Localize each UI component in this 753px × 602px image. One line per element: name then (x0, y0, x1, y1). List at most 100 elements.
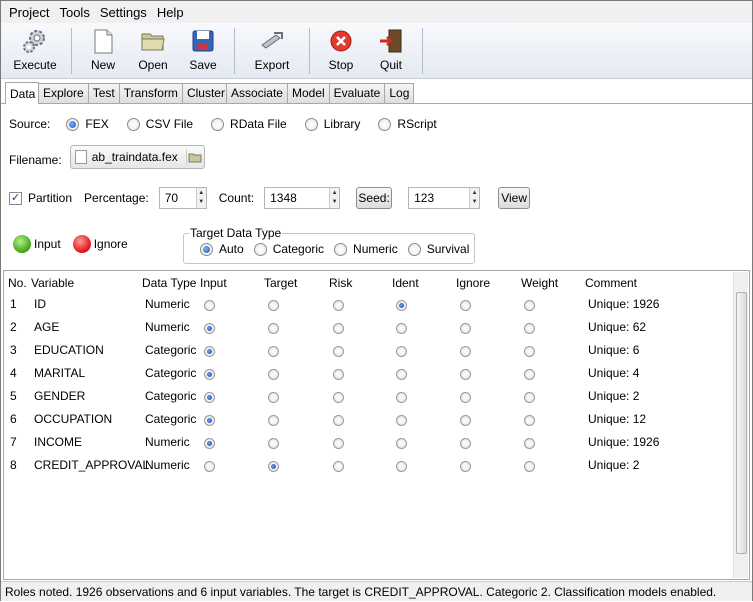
role-weight-radio[interactable] (524, 392, 535, 403)
tab-test[interactable]: Test (87, 83, 120, 103)
role-target-radio[interactable] (268, 369, 279, 380)
role-risk-radio[interactable] (333, 415, 344, 426)
role-input-radio[interactable] (204, 346, 215, 357)
role-input-radio[interactable] (204, 415, 215, 426)
role-weight-radio[interactable] (524, 461, 535, 472)
role-ident-radio[interactable] (396, 346, 407, 357)
role-target-radio[interactable] (268, 438, 279, 449)
menu-project[interactable]: Project (5, 5, 53, 20)
role-input-radio[interactable] (204, 392, 215, 403)
role-risk-radio[interactable] (333, 461, 344, 472)
stop-button[interactable]: Stop (316, 27, 366, 72)
count-label: Count: (218, 191, 255, 205)
role-ignore-radio[interactable] (460, 438, 471, 449)
tab-log[interactable]: Log (384, 83, 415, 103)
tab-explore[interactable]: Explore (38, 83, 89, 103)
role-ignore-radio[interactable] (460, 346, 471, 357)
save-label: Save (189, 58, 217, 72)
data-type: Categoric (145, 412, 197, 426)
vertical-scrollbar[interactable] (733, 272, 748, 578)
target-numeric-radio[interactable] (334, 242, 348, 256)
role-input-radio[interactable] (204, 323, 215, 334)
source-rscript-radio[interactable] (378, 117, 392, 131)
execute-button[interactable]: Execute (5, 27, 65, 72)
scrollbar-thumb[interactable] (736, 292, 747, 554)
open-button[interactable]: Open (128, 27, 178, 72)
role-ident-radio[interactable] (396, 438, 407, 449)
role-ignore-radio[interactable] (460, 415, 471, 426)
role-target-radio[interactable] (268, 346, 279, 357)
role-risk-radio[interactable] (333, 392, 344, 403)
role-input-radio[interactable] (204, 461, 215, 472)
count-spinner[interactable]: 1348 ▲ ▼ (264, 187, 341, 209)
column-header-no: No. (8, 276, 27, 290)
role-ignore-radio[interactable] (460, 461, 471, 472)
role-weight-radio[interactable] (524, 346, 535, 357)
tab-cluster[interactable]: Cluster (181, 83, 227, 103)
folder-icon[interactable] (185, 149, 204, 165)
tab-transform[interactable]: Transform (118, 83, 183, 103)
target-categoric-radio[interactable] (253, 242, 267, 256)
spinner-arrows-icon[interactable]: ▲ ▼ (195, 188, 206, 208)
role-ident-radio[interactable] (396, 461, 407, 472)
source-library-radio[interactable] (304, 117, 318, 131)
toolbar-separator (422, 28, 423, 74)
role-weight-radio[interactable] (524, 323, 535, 334)
role-risk-radio[interactable] (333, 438, 344, 449)
role-target-radio[interactable] (268, 461, 279, 472)
target-auto-radio[interactable] (200, 242, 213, 256)
role-ident-radio[interactable] (396, 300, 407, 311)
ignore-indicator-icon (72, 235, 91, 253)
tab-model[interactable]: Model (286, 83, 330, 103)
role-weight-radio[interactable] (524, 300, 535, 311)
role-ignore-radio[interactable] (460, 369, 471, 380)
role-risk-radio[interactable] (333, 323, 344, 334)
role-target-radio[interactable] (268, 392, 279, 403)
role-weight-radio[interactable] (524, 415, 535, 426)
save-button[interactable]: Save (178, 27, 228, 72)
quit-button[interactable]: Quit (366, 27, 416, 72)
partition-checkbox[interactable]: ✓ (9, 191, 22, 205)
menu-settings[interactable]: Settings (96, 5, 151, 20)
role-weight-radio[interactable] (524, 369, 535, 380)
menu-tools[interactable]: Tools (55, 5, 93, 20)
view-button[interactable]: View (498, 187, 531, 209)
seed-spinner[interactable]: 123 ▲ ▼ (408, 187, 481, 209)
role-risk-radio[interactable] (333, 369, 344, 380)
variable-name: AGE (34, 320, 60, 334)
role-risk-radio[interactable] (333, 300, 344, 311)
role-input-radio[interactable] (204, 369, 215, 380)
target-survival-radio[interactable] (407, 242, 421, 256)
percentage-value: 70 (164, 191, 179, 205)
source-rdata-radio[interactable] (211, 117, 225, 131)
filename-chooser[interactable]: ab_traindata.fex (69, 145, 205, 169)
role-ident-radio[interactable] (396, 323, 407, 334)
tab-evaluate[interactable]: Evaluate (328, 83, 386, 103)
percentage-spinner[interactable]: 70 ▲ ▼ (158, 187, 207, 209)
tab-associate[interactable]: Associate (225, 83, 288, 103)
variables-table: No. Variable Data Type Input Target Risk… (3, 270, 750, 580)
role-target-radio[interactable] (268, 415, 279, 426)
role-ignore-radio[interactable] (460, 392, 471, 403)
role-target-radio[interactable] (268, 300, 279, 311)
spinner-arrows-icon[interactable]: ▲ ▼ (469, 188, 480, 208)
role-input-radio[interactable] (204, 438, 215, 449)
spinner-arrows-icon[interactable]: ▲ ▼ (329, 188, 340, 208)
menu-help[interactable]: Help (153, 5, 188, 20)
export-button[interactable]: Export (241, 27, 303, 72)
role-weight-radio[interactable] (524, 438, 535, 449)
role-ident-radio[interactable] (396, 369, 407, 380)
role-ignore-radio[interactable] (460, 300, 471, 311)
role-ident-radio[interactable] (396, 392, 407, 403)
seed-button[interactable]: Seed: (356, 187, 393, 209)
role-input-radio[interactable] (204, 300, 215, 311)
source-fex-radio[interactable] (66, 117, 80, 131)
role-risk-radio[interactable] (333, 346, 344, 357)
role-ignore-radio[interactable] (460, 323, 471, 334)
source-csv-radio[interactable] (126, 117, 140, 131)
new-button[interactable]: New (78, 27, 128, 72)
tab-data[interactable]: Data (5, 82, 39, 104)
role-target-radio[interactable] (268, 323, 279, 334)
role-ident-radio[interactable] (396, 415, 407, 426)
source-label: Source: (9, 117, 51, 131)
